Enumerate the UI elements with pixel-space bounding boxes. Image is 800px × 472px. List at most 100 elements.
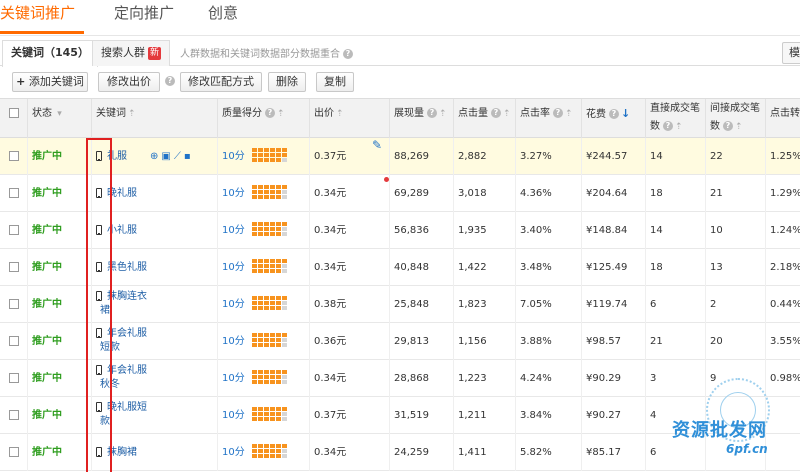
keyword-link-continued[interactable]: 短款 bbox=[96, 341, 217, 355]
cell-keyword: 晚礼服 bbox=[92, 175, 218, 212]
quality-score[interactable]: 10分 bbox=[222, 447, 245, 458]
th-indirect-orders[interactable]: 间接成交笔数? ⇡ bbox=[706, 99, 766, 139]
keyword-link[interactable]: 年会礼服 bbox=[107, 328, 147, 339]
row-checkbox[interactable] bbox=[9, 373, 19, 383]
add-keyword-button[interactable]: + 添加关键词 bbox=[12, 72, 88, 92]
row-checkbox[interactable] bbox=[9, 188, 19, 198]
quality-score-bars bbox=[252, 444, 288, 460]
tab-targeted-promotion[interactable]: 定向推广 bbox=[114, 2, 174, 23]
globe-icon[interactable]: ⊕ bbox=[150, 138, 158, 175]
keyword-link[interactable]: 晚礼服 bbox=[107, 188, 137, 199]
sort-icon: ⇡ bbox=[503, 109, 511, 119]
th-direct-label-1: 直接成交笔 bbox=[650, 103, 700, 114]
row-checkbox[interactable] bbox=[9, 225, 19, 235]
keyword-link-continued[interactable]: 款 bbox=[96, 415, 217, 429]
sort-icon: ⇡ bbox=[128, 109, 136, 119]
trash-icon[interactable]: ▪ bbox=[184, 138, 191, 175]
keyword-link-continued[interactable]: 秋冬 bbox=[96, 378, 217, 392]
cell-impressions: 88,269 bbox=[390, 138, 454, 175]
cell-keyword: 抹胸连衣裙 bbox=[92, 286, 218, 323]
th-ctr[interactable]: 点击率? ⇡ bbox=[516, 99, 582, 139]
delete-button[interactable]: 删除 bbox=[268, 72, 306, 92]
quality-score[interactable]: 10分 bbox=[222, 373, 245, 384]
cell-clicks: 1,211 bbox=[454, 397, 516, 434]
keyword-link[interactable]: 年会礼服 bbox=[107, 365, 147, 376]
sort-icon: ⇡ bbox=[675, 122, 683, 132]
cell-direct-orders: 6 bbox=[646, 286, 706, 323]
quality-score[interactable]: 10分 bbox=[222, 410, 245, 421]
keyword-link[interactable]: 抹胸连衣 bbox=[107, 291, 147, 302]
keyword-link[interactable]: 黑色礼服 bbox=[107, 262, 147, 273]
table-row[interactable]: 黑色礼服 10分 推广中 0.34元 40,848 1,422 3.48% ¥125.49 18… bbox=[0, 249, 800, 286]
th-clicks[interactable]: 点击量? ⇡ bbox=[454, 99, 516, 139]
subtab-search-crowd[interactable]: 搜索人群新 bbox=[92, 40, 171, 66]
quality-score-bars bbox=[252, 370, 288, 386]
th-direct-orders[interactable]: 直接成交笔数? ⇡ bbox=[646, 99, 706, 139]
cell-direct-orders: 18 bbox=[646, 175, 706, 212]
help-icon: ? bbox=[265, 108, 275, 118]
keyword-link[interactable]: 抹胸裙 bbox=[107, 447, 137, 458]
row-checkbox[interactable] bbox=[9, 336, 19, 346]
th-quality[interactable]: 质量得分? ⇡ bbox=[218, 99, 310, 139]
row-checkbox[interactable] bbox=[9, 299, 19, 309]
th-direct-label-2: 数 bbox=[650, 121, 660, 132]
table-row[interactable]: 礼服 ⊕ ▣ ⟋ ▪ 10分 推广中 0.37元 88,269 2,882 3.27% ¥244.57… bbox=[0, 138, 800, 175]
mobile-phone-icon bbox=[96, 291, 102, 301]
th-keyword[interactable]: 关键词 ⇡ bbox=[92, 99, 218, 139]
quality-score[interactable]: 10分 bbox=[222, 336, 245, 347]
corner-button[interactable]: 模 bbox=[782, 42, 800, 64]
quality-score[interactable]: 10分 bbox=[222, 262, 245, 273]
th-status[interactable]: 状态 ▾ bbox=[28, 99, 92, 139]
tab-creative[interactable]: 创意 bbox=[208, 2, 238, 23]
keyword-link[interactable]: 小礼服 bbox=[107, 225, 137, 236]
cell-clicks: 1,422 bbox=[454, 249, 516, 286]
quality-score[interactable]: 10分 bbox=[222, 225, 245, 236]
cell-conversion: 1.24% bbox=[770, 225, 800, 236]
row-checkbox[interactable] bbox=[9, 447, 19, 457]
th-select-all bbox=[0, 99, 28, 139]
row-checkbox[interactable] bbox=[9, 262, 19, 272]
th-cost[interactable]: 花费? ↓ bbox=[582, 99, 646, 139]
table-row[interactable]: 小礼服 10分 推广中 0.34元 56,836 1,935 3.40% ¥148.84 14 1… bbox=[0, 212, 800, 249]
copy-button[interactable]: 复制 bbox=[316, 72, 354, 92]
edit-bid-help-icon[interactable]: ? bbox=[165, 76, 175, 86]
tab-keyword-promotion[interactable]: 关键词推广 bbox=[0, 2, 75, 23]
trend-chart-icon[interactable]: ⟋ bbox=[174, 138, 181, 175]
new-badge: 新 bbox=[148, 46, 162, 60]
edit-match-button[interactable]: 修改匹配方式 bbox=[180, 72, 262, 92]
keyword-link[interactable]: 礼服 bbox=[107, 151, 127, 162]
help-icon[interactable]: ? bbox=[343, 49, 353, 59]
cell-ctr: 3.27% bbox=[516, 138, 582, 175]
quality-score[interactable]: 10分 bbox=[222, 188, 245, 199]
row-checkbox[interactable] bbox=[9, 410, 19, 420]
select-all-checkbox[interactable] bbox=[9, 108, 19, 118]
add-keyword-label: 添加关键词 bbox=[28, 75, 84, 88]
quality-score-bars bbox=[252, 407, 288, 423]
sort-icon: ⇡ bbox=[336, 109, 344, 119]
cell-bid: 0.34元 bbox=[310, 249, 390, 286]
quality-score[interactable]: 10分 bbox=[222, 151, 245, 162]
cell-conversion: 1.29% bbox=[770, 188, 800, 199]
keyword-link-continued[interactable]: 裙 bbox=[96, 304, 217, 318]
quality-score-bars bbox=[252, 333, 288, 349]
th-impressions[interactable]: 展现量? ⇡ bbox=[390, 99, 454, 139]
edit-bid-button[interactable]: 修改出价 bbox=[98, 72, 160, 92]
cell-keyword: 年会礼服秋冬 bbox=[92, 360, 218, 397]
table-row[interactable]: 年会礼服 秋冬 10分 推广中 0.34元 28,868 1,223 4.24% ¥90.29 3… bbox=[0, 360, 800, 397]
th-conversion[interactable]: 点击转化 bbox=[766, 99, 800, 139]
edit-bid-icon[interactable]: ✎ bbox=[372, 138, 382, 152]
quality-score-bars bbox=[252, 296, 288, 312]
table-row[interactable]: 晚礼服 10分 推广中 0.34元 69,289 3,018 4.36% ¥204.64 18 2… bbox=[0, 175, 800, 212]
table-header: 状态 ▾ 关键词 ⇡ 质量得分? ⇡ 出价 ⇡ 展现量? ⇡ 点击量? ⇡ 点击率? ⇡ 花… bbox=[0, 98, 800, 139]
table-row[interactable]: 年会礼服 短款 10分 推广中 0.36元 29,813 1,156 3.88% ¥98.57 2… bbox=[0, 323, 800, 360]
quality-score[interactable]: 10分 bbox=[222, 299, 245, 310]
keyword-link[interactable]: 晚礼服短 bbox=[107, 402, 147, 413]
cell-select bbox=[0, 249, 28, 286]
row-checkbox[interactable] bbox=[9, 151, 19, 161]
subtab-keywords[interactable]: 关键词（145） bbox=[2, 40, 98, 67]
cell-direct-orders: 14 bbox=[646, 212, 706, 249]
cell-select bbox=[0, 138, 28, 175]
table-row[interactable]: 抹胸连衣裙 10分 推广中 0.38元 25,848 1,823 7.05% ¥119.74 6… bbox=[0, 286, 800, 323]
th-bid[interactable]: 出价 ⇡ bbox=[310, 99, 390, 139]
report-icon[interactable]: ▣ bbox=[161, 138, 170, 175]
